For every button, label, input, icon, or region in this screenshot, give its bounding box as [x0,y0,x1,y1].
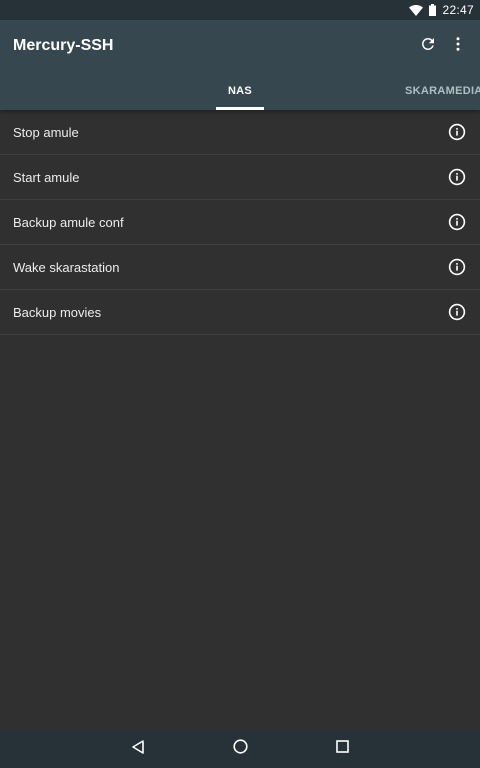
info-icon[interactable] [447,212,467,232]
list-item[interactable]: Start amule [0,155,480,200]
status-bar: 22:47 [0,0,480,20]
home-button[interactable] [220,730,260,768]
list-item[interactable]: Wake skarastation [0,245,480,290]
home-icon [232,739,248,759]
tab-skaramedia[interactable]: SKARAMEDIA [405,72,480,110]
list-item[interactable]: Backup movies [0,290,480,335]
recents-button[interactable] [322,730,362,768]
command-label: Start amule [13,169,80,185]
info-icon[interactable] [447,257,467,277]
list-item[interactable]: Stop amule [0,110,480,155]
command-label: Wake skarastation [13,259,120,275]
refresh-button[interactable] [414,32,442,60]
back-icon [131,739,145,759]
tab-bar: NAS SKARAMEDIA [0,72,480,110]
tab-nas[interactable]: NAS [205,72,275,110]
info-icon[interactable] [447,167,467,187]
info-icon[interactable] [447,122,467,142]
info-icon[interactable] [447,302,467,322]
app-title: Mercury-SSH [13,37,114,54]
more-vert-icon [449,35,467,58]
command-list: Stop amule Start amule Backup amule conf… [0,110,480,335]
command-label: Backup movies [13,304,102,320]
list-item[interactable]: Backup amule conf [0,200,480,245]
refresh-icon [419,35,437,58]
wifi-icon [409,4,424,16]
app-bar: Mercury-SSH NAS SKARAMEDIA [0,20,480,110]
back-button[interactable] [118,730,158,768]
command-label: Stop amule [13,124,79,140]
system-nav-bar [0,730,480,768]
battery-icon [429,4,437,16]
status-time: 22:47 [442,3,474,17]
recents-icon [335,740,349,758]
command-label: Backup amule conf [13,214,124,230]
more-options-button[interactable] [444,32,472,60]
toolbar: Mercury-SSH [0,20,480,72]
